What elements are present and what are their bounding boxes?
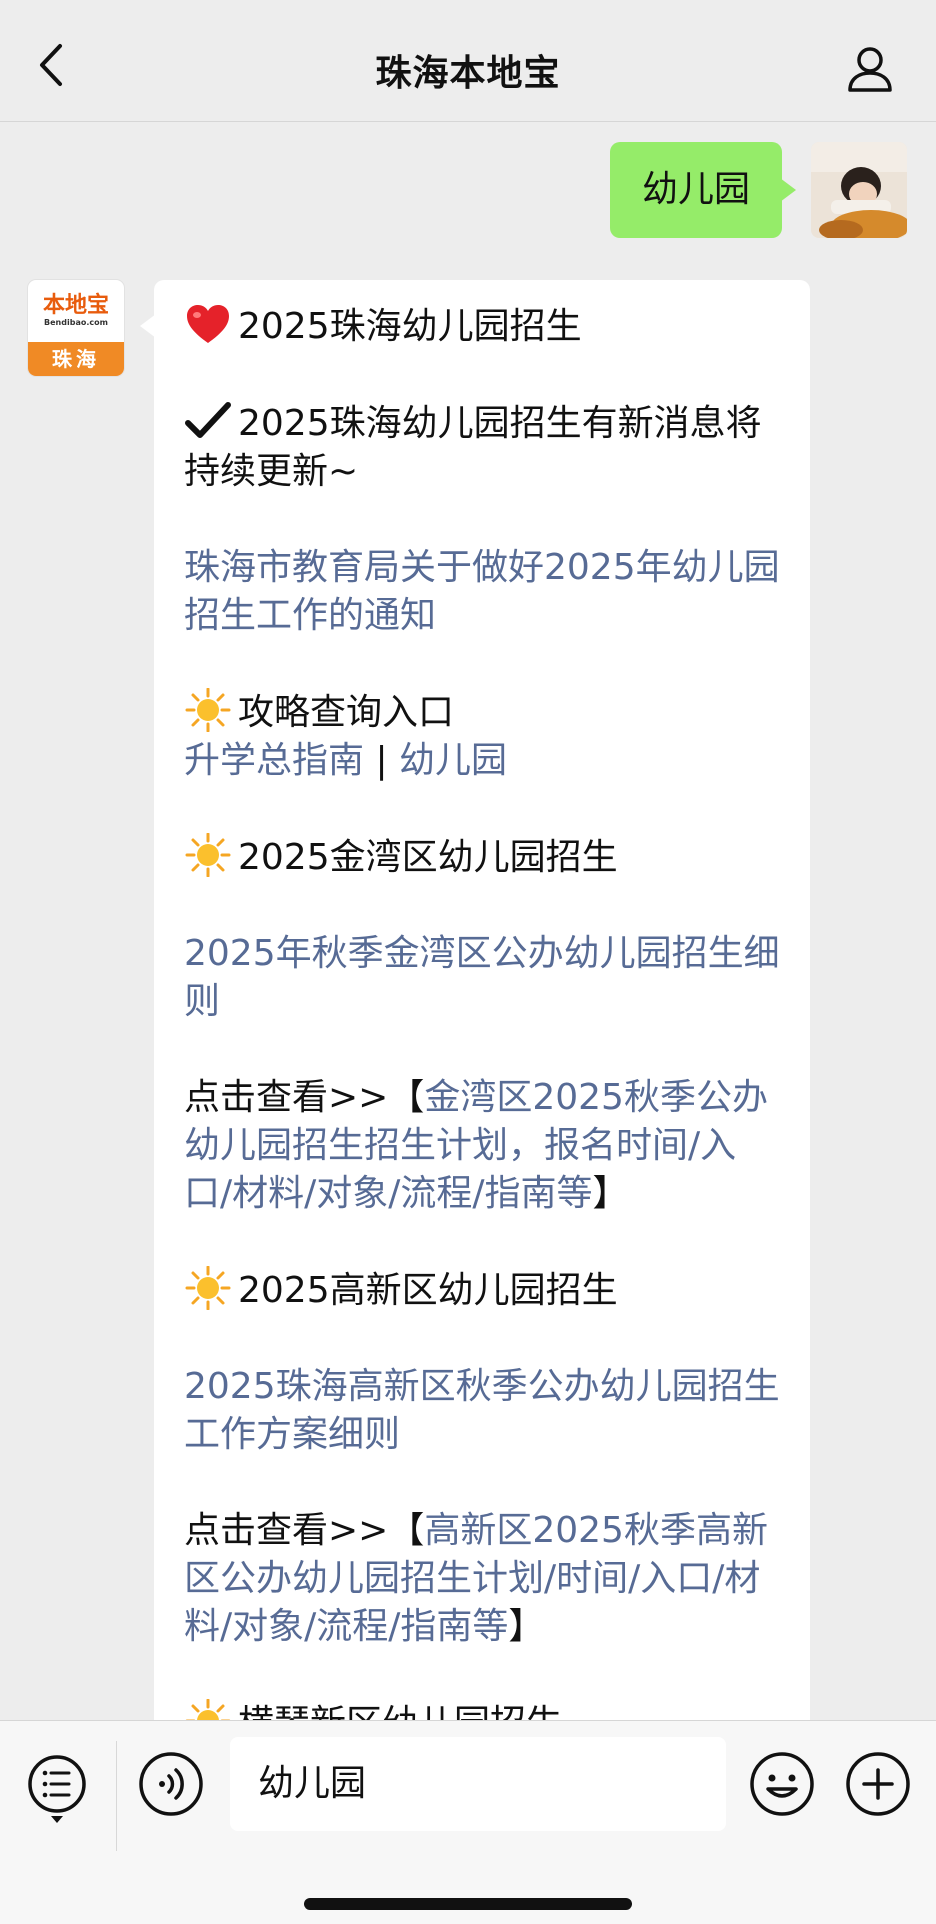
sun-icon [185, 688, 231, 732]
message-paragraph: 2025珠海幼儿园招生有新消息将持续更新~ [184, 399, 780, 496]
logo-city: 珠海 [28, 342, 124, 376]
chat-area[interactable]: 幼儿园 本地宝 Bendibao.com 珠海 2025珠海幼儿园招生 2025… [0, 122, 936, 1720]
divider [116, 1741, 117, 1851]
message-paragraph: 2025金湾区幼儿园招生 [184, 833, 780, 882]
sent-message-bubble[interactable]: 幼儿园 [610, 142, 796, 238]
link-separator: | [364, 740, 400, 781]
message-paragraph: 攻略查询入口 升学总指南 | 幼儿园 [184, 688, 780, 785]
click-suffix: 】 [508, 1606, 545, 1647]
message-paragraph: 2025高新区幼儿园招生 [184, 1266, 780, 1315]
home-indicator[interactable] [304, 1898, 632, 1910]
message-text: 2025珠海幼儿园招生有新消息将持续更新~ [184, 403, 762, 492]
smiley-icon [750, 1752, 814, 1816]
person-icon [848, 47, 892, 92]
page-title: 珠海本地宝 [375, 53, 561, 94]
voice-icon [139, 1752, 203, 1816]
sun-icon [185, 1699, 231, 1720]
section-heading: 2025金湾区幼儿园招生 [238, 837, 618, 878]
message-heading: 2025珠海幼儿园招生 [238, 306, 582, 347]
sun-icon [185, 1266, 231, 1310]
voice-button[interactable] [138, 1751, 204, 1817]
message-paragraph: 点击查看>>【高新区2025秋季高新区公办幼儿园招生计划/时间/入口/材料/对象… [184, 1507, 780, 1651]
plus-button[interactable] [845, 1751, 911, 1817]
logo-subtext: Bendibao.com [44, 318, 108, 327]
red-heart-icon [187, 305, 229, 343]
list-icon [28, 1755, 86, 1823]
message-paragraph: 横琴新区幼儿园招生 [184, 1699, 780, 1720]
menu-button[interactable] [26, 1751, 88, 1829]
message-input[interactable]: 幼儿园 [230, 1737, 726, 1831]
section-heading: 攻略查询入口 [238, 692, 455, 733]
emoji-button[interactable] [749, 1751, 815, 1817]
jinwan-rules-link[interactable]: 2025年秋季金湾区公办幼儿园招生细则 [184, 933, 780, 1022]
section-heading: 横琴新区幼儿园招生 [238, 1703, 562, 1720]
plus-icon [846, 1752, 910, 1816]
click-prefix: 点击查看>>【 [184, 1510, 425, 1551]
message-paragraph: 2025年秋季金湾区公办幼儿园招生细则 [184, 930, 780, 1026]
gaoxin-rules-link[interactable]: 2025珠海高新区秋季公办幼儿园招生工作方案细则 [184, 1366, 780, 1455]
bot-avatar[interactable]: 本地宝 Bendibao.com 珠海 [28, 280, 124, 376]
click-prefix: 点击查看>>【 [184, 1077, 425, 1118]
input-bar: 幼儿园 [0, 1720, 936, 1924]
nav-bar: 珠海本地宝 [0, 0, 936, 122]
message-paragraph: 珠海市教育局关于做好2025年幼儿园招生工作的通知 [184, 544, 780, 640]
user-avatar[interactable] [811, 142, 907, 238]
sun-icon [185, 833, 231, 877]
section-heading: 2025高新区幼儿园招生 [238, 1270, 618, 1311]
check-mark-icon [185, 402, 231, 438]
message-paragraph: 点击查看>>【金湾区2025秋季公办幼儿园招生招生计划，报名时间/入口/材料/对… [184, 1074, 780, 1218]
guide-link[interactable]: 升学总指南 [184, 740, 364, 781]
received-message-bubble: 2025珠海幼儿园招生 2025珠海幼儿园招生有新消息将持续更新~ 珠海市教育局… [140, 280, 810, 1720]
message-paragraph: 2025珠海高新区秋季公办幼儿园招生工作方案细则 [184, 1363, 780, 1459]
click-suffix: 】 [592, 1173, 629, 1214]
logo-text: 本地宝 [42, 292, 109, 318]
kindergarten-link[interactable]: 幼儿园 [399, 740, 507, 781]
profile-button[interactable] [846, 44, 894, 94]
message-paragraph: 2025珠海幼儿园招生 [184, 302, 780, 351]
notice-link[interactable]: 珠海市教育局关于做好2025年幼儿园招生工作的通知 [184, 547, 780, 636]
